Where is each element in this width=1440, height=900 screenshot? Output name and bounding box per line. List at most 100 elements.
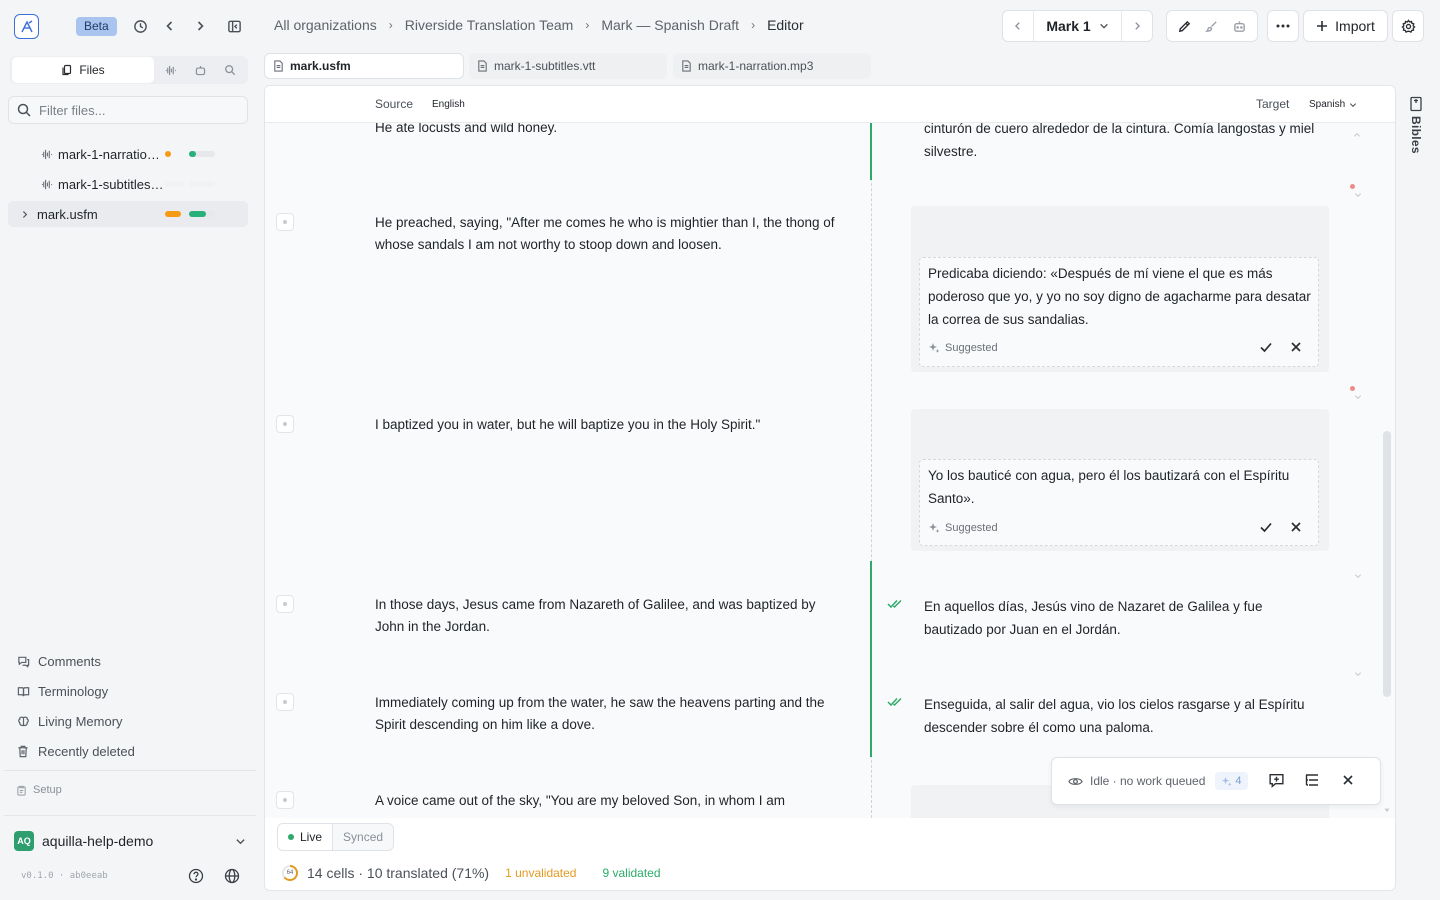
status-text: Idle · no work queued: [1090, 774, 1206, 788]
suggested-label: Suggested: [945, 522, 998, 534]
close-icon[interactable]: [1342, 774, 1354, 786]
validated-bar: [870, 123, 872, 180]
reject-suggestion-icon[interactable]: [1290, 341, 1302, 353]
import-button[interactable]: Import: [1303, 10, 1388, 42]
globe-icon[interactable]: [223, 867, 241, 885]
tab-mark-usfm[interactable]: mark.usfm: [264, 53, 464, 79]
tab-search-icon[interactable]: [222, 62, 238, 78]
scroll-down-icon[interactable]: [1383, 806, 1391, 814]
workspace-switcher[interactable]: AQ aquilla-help-demo: [14, 830, 246, 852]
next-chapter-button[interactable]: [1122, 21, 1152, 31]
toggle-sidebar-icon[interactable]: [224, 16, 244, 36]
breadcrumb-separator: ›: [388, 18, 393, 32]
chevron-down-icon[interactable]: [1354, 393, 1362, 401]
accept-suggestion-icon[interactable]: [1259, 520, 1273, 534]
edit-pencil-icon[interactable]: [1177, 19, 1192, 34]
add-comment-icon[interactable]: [1268, 772, 1285, 789]
cell-select-checkbox[interactable]: [276, 693, 294, 711]
validated-double-check-icon[interactable]: [887, 697, 903, 707]
filter-files-field[interactable]: [8, 96, 248, 124]
file-icon: [681, 60, 692, 72]
progress-text: 14 cells · 10 translated (71%): [307, 865, 490, 881]
ellipsis-icon: [1276, 24, 1290, 28]
previous-chapter-button[interactable]: [1003, 21, 1033, 31]
bible-book-icon: [1410, 96, 1422, 112]
filter-files-input[interactable]: [39, 102, 239, 118]
workspace-avatar: AQ: [14, 831, 34, 851]
progress-track: [189, 181, 215, 187]
live-toggle[interactable]: Live: [278, 824, 334, 850]
breadcrumb-project[interactable]: Mark — Spanish Draft: [601, 17, 739, 33]
tab-audio-wave-icon[interactable]: [162, 62, 178, 78]
chevron-down-icon[interactable]: [1354, 572, 1362, 580]
accept-suggestion-icon[interactable]: [1259, 340, 1273, 354]
robot-icon[interactable]: [1232, 19, 1247, 34]
file-icon: [477, 60, 488, 72]
more-options-button[interactable]: [1267, 10, 1299, 42]
audio-wave-icon: [38, 148, 54, 161]
chevron-down-icon[interactable]: [1354, 670, 1362, 678]
scrollbar-thumb[interactable]: [1383, 431, 1391, 697]
forward-icon[interactable]: [190, 16, 210, 36]
chapter-navigator: Mark 1: [1002, 10, 1153, 42]
tab-files[interactable]: Files: [12, 57, 154, 83]
suggested-label: Suggested: [945, 342, 998, 354]
history-icon[interactable]: [130, 16, 150, 36]
breadcrumb-separator: ›: [751, 18, 756, 32]
chevron-right-icon[interactable]: [20, 210, 29, 219]
comment-indicator[interactable]: [1350, 386, 1355, 391]
tab-mark-1-subtitles[interactable]: mark-1-subtitles.vtt: [469, 53, 667, 79]
list-tree-icon[interactable]: [1304, 772, 1320, 788]
synced-toggle[interactable]: Synced: [333, 824, 394, 850]
comment-indicator[interactable]: [1350, 184, 1355, 189]
cell-select-checkbox[interactable]: [276, 415, 294, 433]
trash-icon: [16, 744, 30, 758]
cell-select-checkbox[interactable]: [276, 791, 294, 809]
bibles-rail[interactable]: Bibles: [1400, 86, 1432, 286]
sidebar-tabs: Files: [10, 56, 248, 84]
nav-living-memory[interactable]: Living Memory: [16, 711, 123, 731]
app-logo-icon[interactable]: [14, 14, 39, 39]
cell-select-checkbox[interactable]: [276, 595, 294, 613]
nav-terminology[interactable]: Terminology: [16, 681, 108, 701]
target-cell[interactable]: En aquellos días, Jesús vino de Nazaret …: [924, 595, 1324, 641]
target-cell[interactable]: Enseguida, al salir del agua, vio los ci…: [924, 693, 1324, 739]
cell-list[interactable]: He ate locusts and wild honey. cinturón …: [265, 123, 1395, 818]
tab-mark-1-narration[interactable]: mark-1-narration.mp3: [673, 53, 871, 79]
nav-comments[interactable]: Comments: [16, 651, 101, 671]
chevron-down-icon[interactable]: [1354, 191, 1362, 199]
eye-icon[interactable]: [1068, 774, 1083, 789]
unvalidated-count[interactable]: 1 unvalidated: [505, 866, 576, 880]
nav-label: Recently deleted: [38, 743, 135, 759]
progress-track: [165, 181, 185, 187]
validated-double-check-icon[interactable]: [887, 599, 903, 609]
settings-button[interactable]: [1392, 10, 1424, 42]
tab-robot-icon[interactable]: [192, 62, 208, 78]
nav-recently-deleted[interactable]: Recently deleted: [16, 741, 135, 761]
brush-icon[interactable]: [1204, 19, 1219, 34]
tab-label: mark-1-narration.mp3: [698, 59, 814, 73]
target-label: Target: [1256, 97, 1290, 111]
breadcrumb-organizations[interactable]: All organizations: [274, 17, 377, 33]
nav-label: Comments: [38, 653, 101, 669]
back-icon[interactable]: [160, 16, 180, 36]
validated-count[interactable]: 9 validated: [602, 866, 660, 880]
chapter-select[interactable]: Mark 1: [1033, 11, 1122, 41]
suggestion-card[interactable]: Yo los bauticé con agua, pero él los bau…: [919, 459, 1319, 546]
brain-icon: [16, 714, 30, 728]
divider: [4, 770, 256, 771]
synced-label: Synced: [343, 830, 384, 844]
tab-label: mark-1-subtitles.vtt: [494, 59, 596, 73]
suggestion-card[interactable]: Predicaba diciendo: «Después de mí viene…: [919, 257, 1319, 367]
suggestion-footer: Suggested: [928, 522, 998, 534]
chevron-up-icon[interactable]: [1353, 131, 1361, 139]
source-cell-text: I baptized you in water, but he will bap…: [375, 417, 761, 432]
setup-link[interactable]: Setup: [16, 784, 62, 796]
target-cell[interactable]: cinturón de cuero alrededor de la cintur…: [924, 123, 1324, 163]
target-language-select[interactable]: Spanish: [1309, 99, 1357, 110]
breadcrumb-team[interactable]: Riverside Translation Team: [405, 17, 574, 33]
help-icon[interactable]: [187, 867, 205, 885]
cell-select-checkbox[interactable]: [276, 213, 294, 231]
reject-suggestion-icon[interactable]: [1290, 521, 1302, 533]
editor-column-header: Source English Target Spanish: [265, 86, 1395, 123]
